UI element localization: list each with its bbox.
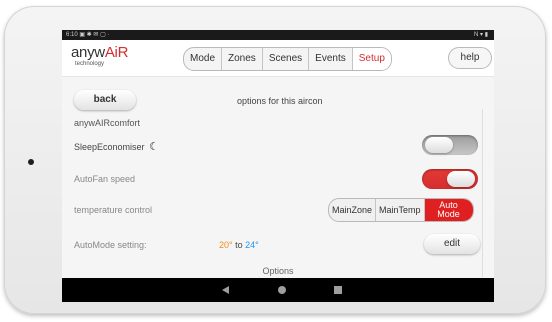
temperature-control-selector: MainZone MainTemp Auto Mode <box>328 198 474 222</box>
page-title: options for this aircon <box>237 96 323 106</box>
tablet-frame: 6:10 ▣ ✱ ✉ ▢ · N ▾ ▮ anywAiR technology … <box>4 6 546 314</box>
automode-low-temp: 20° <box>219 240 233 250</box>
camera-icon <box>28 159 34 165</box>
brand-tagline: technology <box>75 61 105 67</box>
tab-mode[interactable]: Mode <box>184 48 223 70</box>
nav-back-icon[interactable] <box>222 286 229 294</box>
help-button[interactable]: help <box>448 47 492 69</box>
nav-recent-apps-icon[interactable] <box>334 286 342 294</box>
brand-name: anywAiR <box>71 44 128 61</box>
tab-scenes[interactable]: Scenes <box>263 48 310 70</box>
automode-separator: to <box>235 240 243 250</box>
edit-button[interactable]: edit <box>424 234 480 254</box>
status-bar-left: 6:10 ▣ ✱ ✉ ▢ · <box>66 32 110 38</box>
automode-setting-label: AutoMode setting: <box>74 240 147 250</box>
option-maintemp[interactable]: MainTemp <box>376 199 425 221</box>
sleep-economiser-toggle[interactable] <box>422 135 478 155</box>
setup-content: back options for this aircon anywAIRcomf… <box>62 77 494 277</box>
status-bar: 6:10 ▣ ✱ ✉ ▢ · N ▾ ▮ <box>62 30 494 40</box>
sleep-economiser-label: SleepEconomiser <box>74 142 145 152</box>
temperature-control-label: temperature control <box>74 205 153 215</box>
screen: 6:10 ▣ ✱ ✉ ▢ · N ▾ ▮ anywAiR technology … <box>62 30 494 302</box>
tab-zones[interactable]: Zones <box>222 48 263 70</box>
status-bar-right: N ▾ ▮ <box>474 32 488 38</box>
toggle-knob <box>447 171 475 187</box>
nav-home-icon[interactable] <box>278 286 286 294</box>
scroll-divider <box>482 109 483 277</box>
options-heading: Options <box>262 266 294 276</box>
android-nav-bar <box>62 278 494 302</box>
brand-logo: anywAiR technology <box>71 44 128 67</box>
option-auto-mode[interactable]: Auto Mode <box>424 199 473 221</box>
sleep-economiser-row: SleepEconomiser ☾ <box>74 140 159 153</box>
main-tabs: Mode Zones Scenes Events Setup <box>183 47 392 71</box>
tab-setup[interactable]: Setup <box>352 48 391 70</box>
autofan-speed-toggle[interactable] <box>422 169 478 189</box>
back-button[interactable]: back <box>74 90 136 110</box>
automode-high-temp: 24° <box>245 240 259 250</box>
option-mainzone[interactable]: MainZone <box>329 199 377 221</box>
moon-icon: ☾ <box>149 141 159 153</box>
section-label: anywAIRcomfort <box>74 118 141 128</box>
toggle-knob <box>425 137 453 153</box>
automode-temperature-range: 20° to 24° <box>219 240 259 250</box>
tab-events[interactable]: Events <box>309 48 353 70</box>
brand-name-prefix: anyw <box>71 44 105 61</box>
brand-name-accent: AiR <box>104 44 129 61</box>
autofan-speed-label: AutoFan speed <box>74 174 136 184</box>
app-header: anywAiR technology Mode Zones Scenes Eve… <box>62 40 494 77</box>
